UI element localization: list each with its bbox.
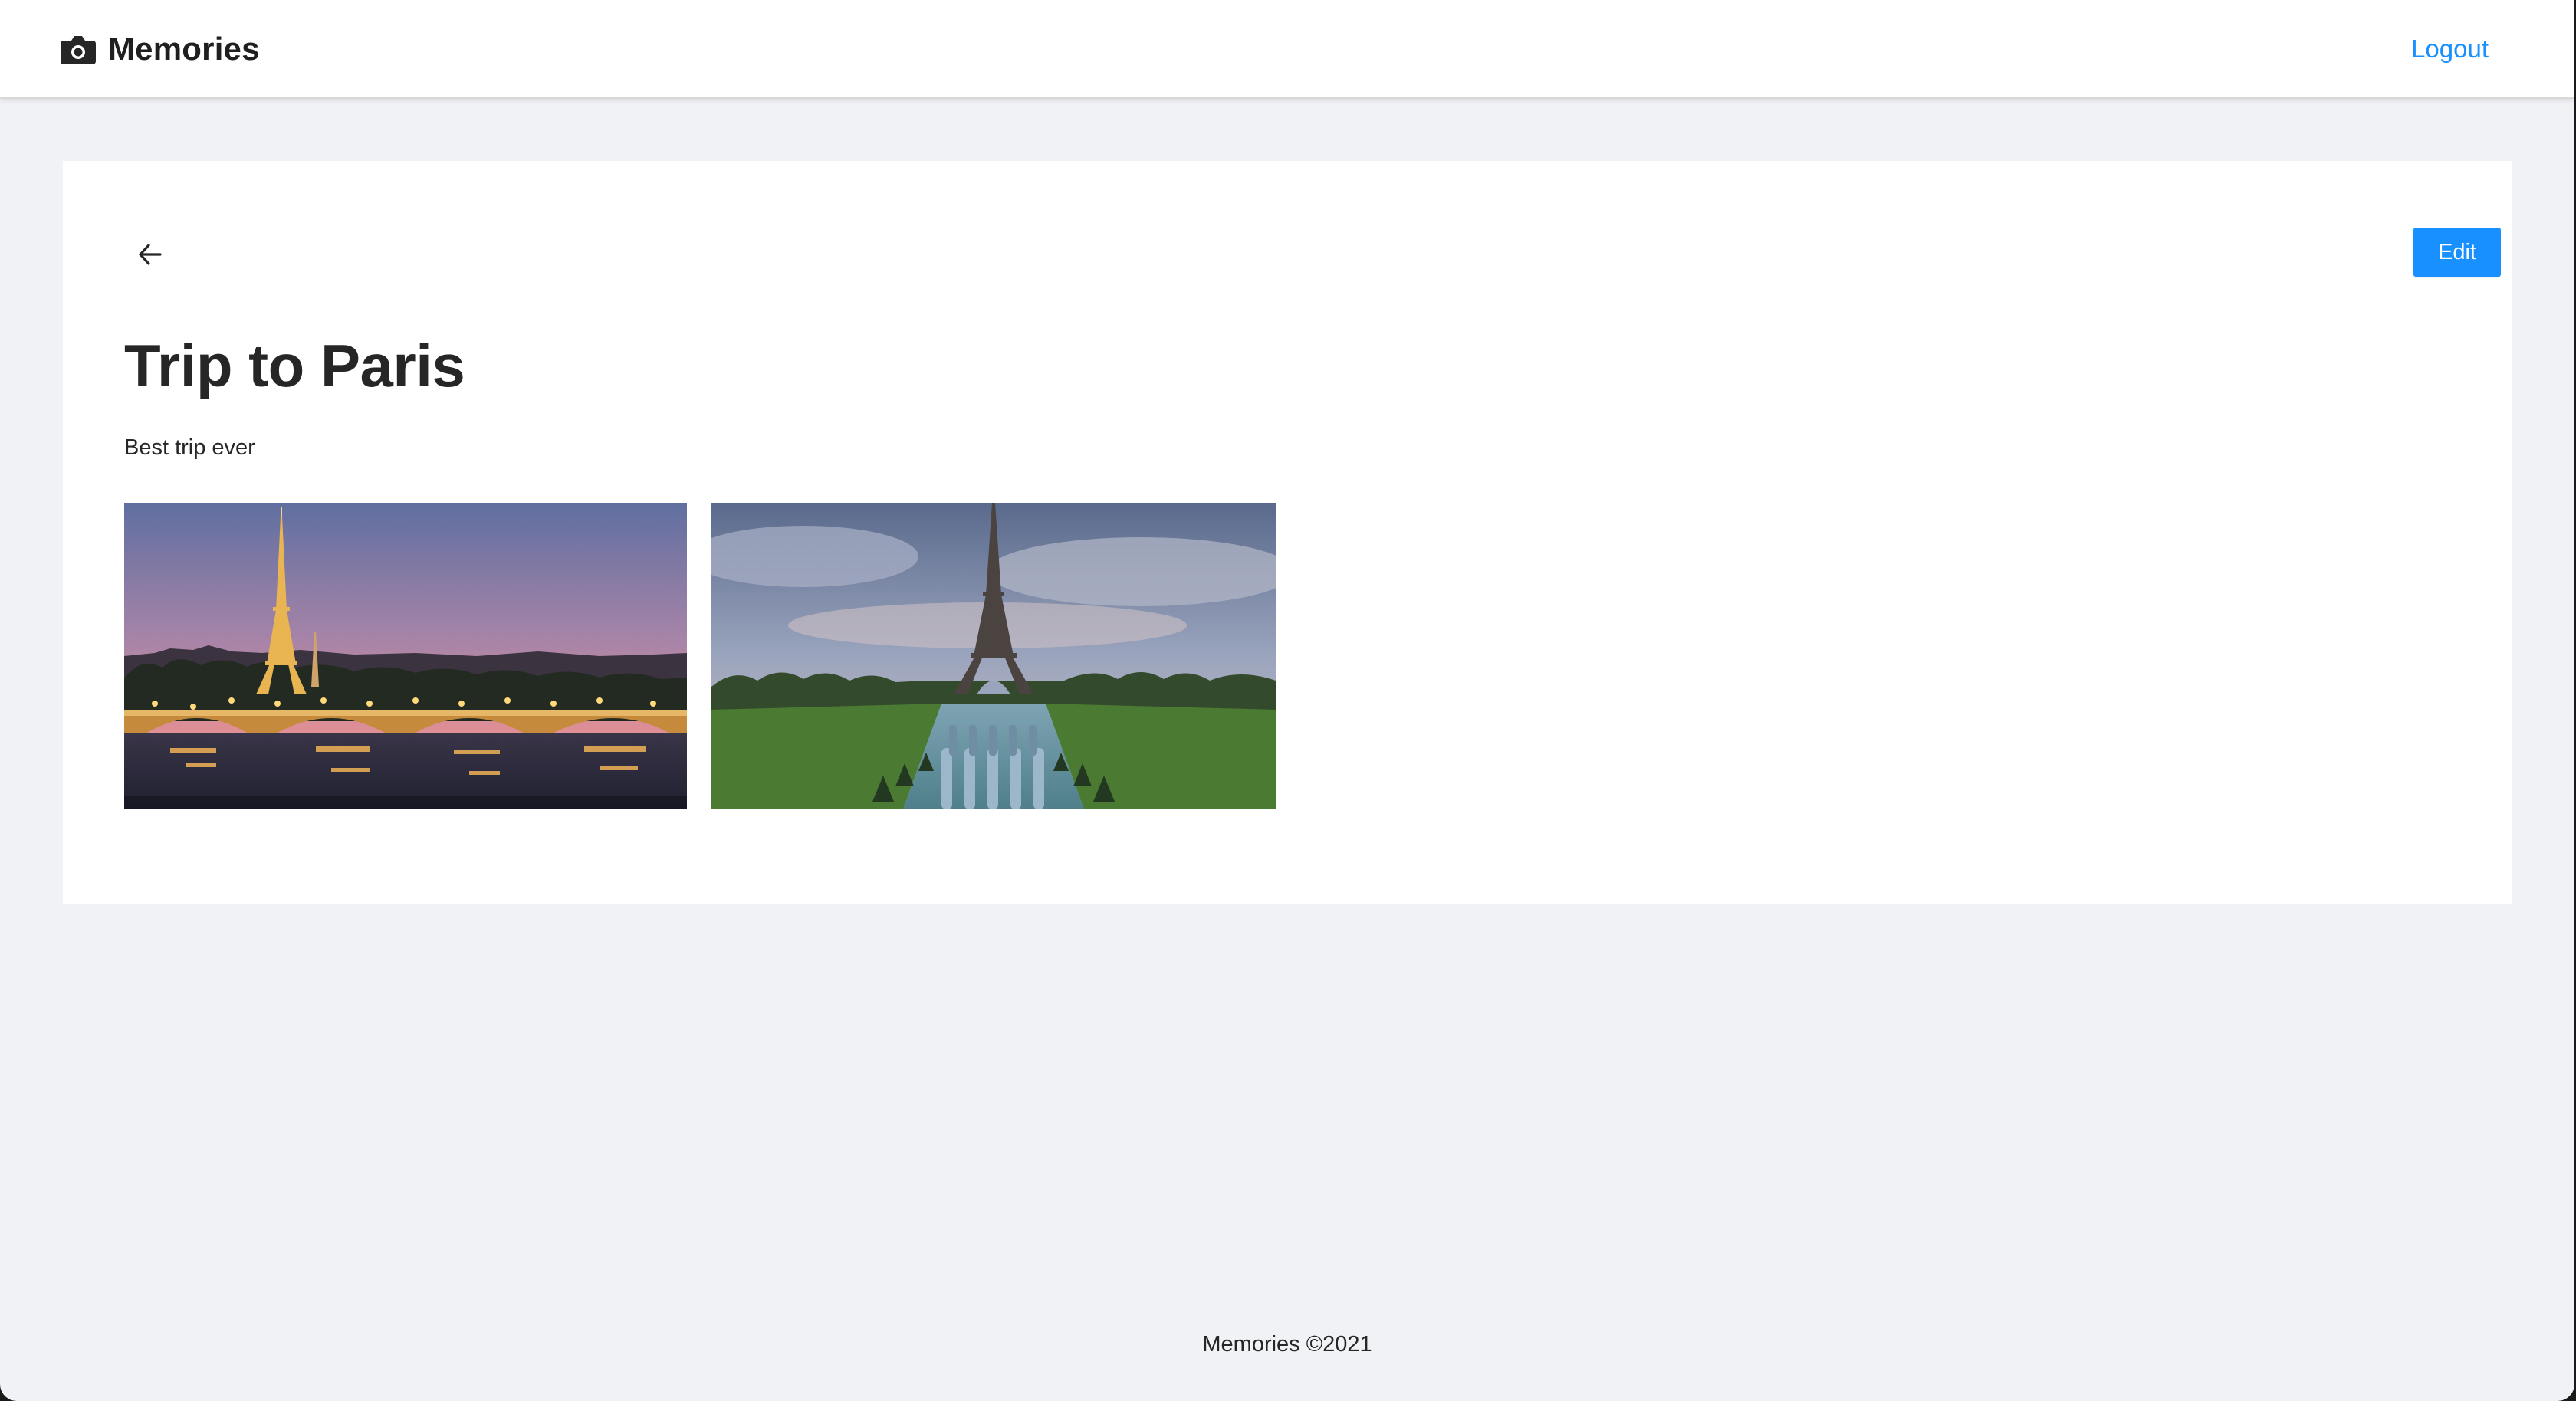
footer-copyright: Memories ©2021: [1202, 1332, 1372, 1357]
top-navigation-bar: Memories Logout: [0, 0, 2574, 99]
photo-image: [711, 503, 1276, 809]
memory-title: Trip to Paris: [124, 332, 465, 399]
memory-detail-card: Edit Trip to Paris Best trip ever: [63, 161, 2512, 904]
arrow-left-icon: [139, 244, 162, 265]
brand[interactable]: Memories: [61, 26, 260, 72]
brand-name: Memories: [108, 31, 260, 67]
app-window: Memories Logout Edit Trip to Paris Best …: [0, 0, 2574, 1401]
camera-icon: [61, 36, 96, 64]
edit-button[interactable]: Edit: [2413, 228, 2501, 277]
memory-photo[interactable]: [711, 503, 1276, 809]
back-button[interactable]: [133, 238, 167, 271]
photo-image: [124, 503, 687, 809]
memory-photo[interactable]: [124, 503, 687, 809]
logout-link[interactable]: Logout: [2411, 31, 2489, 67]
memory-description: Best trip ever: [124, 435, 255, 460]
